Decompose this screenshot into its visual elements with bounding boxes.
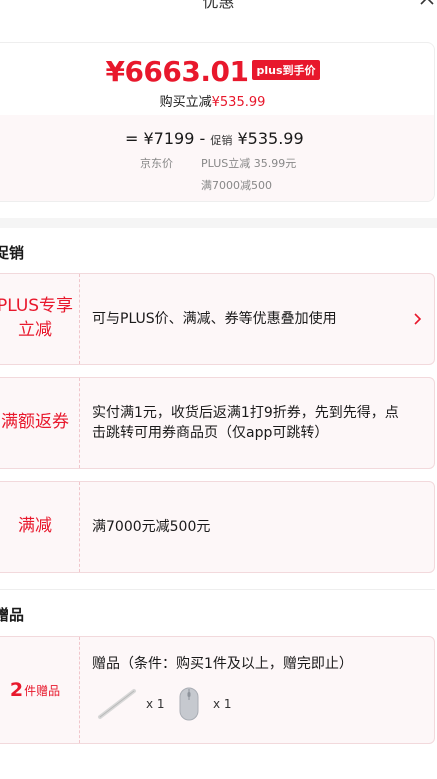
promo-tag-line2: 立减 <box>18 320 52 340</box>
gift-qty: x 1 <box>146 697 165 711</box>
promo-label: 促销 <box>210 134 233 147</box>
promo-desc: 实付满1元，收货后返满1打9折券，先到先得，点击跳转可用券商品页（仅app可跳转… <box>92 378 404 468</box>
gift-qty: x 1 <box>213 697 232 711</box>
final-price-row: ¥6663.01 plus到手价 <box>0 55 434 88</box>
header: 优惠 <box>0 0 437 16</box>
gift-title: 赠品（条件：购买1件及以上，赠完即止） <box>92 656 353 672</box>
price-formula: = ¥7199 - 促销 ¥535.99 <box>125 129 304 148</box>
page-title: 优惠 <box>202 0 235 11</box>
stylus-pen-icon <box>98 689 136 719</box>
gift-count-label: 件赠品 <box>24 683 61 698</box>
jd-price: ¥7199 <box>143 129 195 148</box>
promo-tag: 满额返券 <box>0 378 80 468</box>
promo-item-coupon-return: 满额返券 实付满1元，收货后返满1打9折券，先到先得，点击跳转可用券商品页（仅a… <box>0 377 435 469</box>
minus-sign: - <box>199 129 206 148</box>
gift-item[interactable]: x 1 <box>96 687 165 721</box>
promo-desc: 可与PLUS价、满减、券等优惠叠加使用 <box>92 274 404 364</box>
chevron-right-icon[interactable] <box>412 312 422 326</box>
gift-section-title: 赠品 <box>0 606 25 624</box>
gift-count-tag: 2 件赠品 <box>0 637 80 743</box>
promo-amount: ¥535.99 <box>237 129 304 148</box>
plus-price-badge: plus到手价 <box>252 59 320 80</box>
mouse-icon <box>179 687 199 721</box>
section-divider <box>0 218 437 228</box>
price-summary-card: ¥6663.01 plus到手价 购买立减¥535.99 = ¥7199 - 促销… <box>0 42 435 202</box>
promo-tag-line1: PLUS专享 <box>0 296 74 317</box>
gift-count: 2 <box>9 679 24 701</box>
jd-price-label: 京东价 <box>140 157 173 170</box>
gift-card: 2 件赠品 赠品（条件：购买1件及以上，赠完即止） x 1 x 1 <box>0 636 435 744</box>
promo-item-plus[interactable]: PLUS专享 立减 可与PLUS价、满减、券等优惠叠加使用 <box>0 273 435 365</box>
promo-item-full-reduction: 满减 满7000元减500元 <box>0 481 435 573</box>
price-top: ¥6663.01 plus到手价 购买立减¥535.99 <box>0 43 434 115</box>
plus-discount-label: PLUS立减 35.99元 <box>201 157 297 170</box>
price-breakdown: = ¥7199 - 促销 ¥535.99 京东价 PLUS立减 35.99元 满… <box>0 115 434 201</box>
promo-desc-text: 可与PLUS价、满减、券等优惠叠加使用 <box>92 310 337 327</box>
gift-item[interactable]: x 1 <box>177 687 232 721</box>
promo-desc-text: 满7000元减500元 <box>92 518 211 535</box>
promo-desc-text: 实付满1元，收货后返满1打9折券，先到先得，点击跳转可用券商品页（仅app可跳转… <box>92 404 399 441</box>
promo-desc: 满7000元减500元 <box>92 482 404 572</box>
full-reduction-label: 满7000减500 <box>201 179 272 192</box>
close-icon[interactable] <box>419 0 435 6</box>
promo-tag: PLUS专享 立减 <box>0 274 80 364</box>
promotion-section-title: 促销 <box>0 244 25 262</box>
promo-tag: 满减 <box>0 482 80 572</box>
discount-prefix: 购买立减 <box>159 95 212 110</box>
discount-summary: 购买立减¥535.99 <box>0 91 434 110</box>
final-price: ¥6663.01 <box>105 55 249 88</box>
discount-amount: ¥535.99 <box>211 95 266 110</box>
gift-divider <box>0 589 435 590</box>
equals-sign: = <box>125 129 139 148</box>
